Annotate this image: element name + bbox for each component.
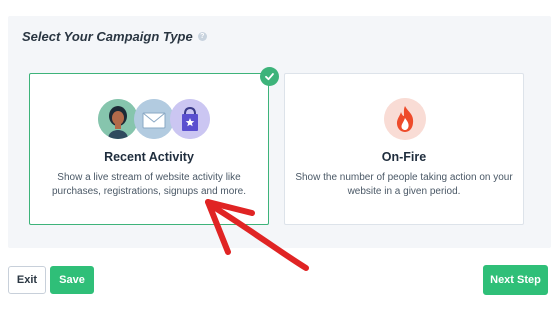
person-avatar-icon (98, 99, 138, 139)
exit-button[interactable]: Exit (8, 266, 46, 294)
card-description: Show the number of people taking action … (295, 172, 513, 197)
fire-icon (384, 98, 426, 140)
save-button[interactable]: Save (50, 266, 94, 294)
selected-check-icon (260, 67, 279, 86)
card-title: On-Fire (381, 150, 427, 164)
campaign-card-recent-activity[interactable]: Recent Activity Show a live stream of we… (29, 73, 269, 225)
section-title: Select Your Campaign Type ? (22, 29, 207, 44)
section-title-text: Select Your Campaign Type (22, 29, 193, 44)
card-title: Recent Activity (104, 150, 194, 164)
card-description: Show a live stream of website activity l… (52, 172, 246, 197)
avatars-group-icon (98, 99, 210, 139)
campaign-card-on-fire[interactable]: On-Fire Show the number of people taking… (284, 73, 524, 225)
help-icon[interactable]: ? (197, 32, 207, 41)
shopping-bag-avatar-icon (170, 99, 210, 139)
envelope-avatar-icon (134, 99, 174, 139)
next-step-button[interactable]: Next Step (483, 265, 548, 295)
